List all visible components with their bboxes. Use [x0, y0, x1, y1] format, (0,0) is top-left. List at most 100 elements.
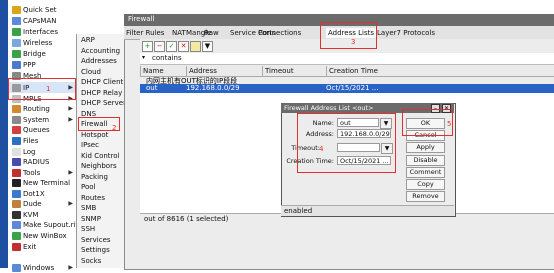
sidebar-item-radius[interactable]: RADIUS [8, 156, 76, 167]
sidebar-item-label: Tools [23, 168, 41, 177]
sidebar-item-new-terminal[interactable]: New Terminal [8, 177, 76, 188]
sidebar-item-ppp[interactable]: PPP [8, 59, 76, 70]
submenu-item-kid-control[interactable]: Kid Control [81, 151, 120, 161]
row-name: out [146, 84, 158, 92]
bridge-icon [12, 49, 21, 58]
add-icon[interactable]: + [142, 41, 153, 52]
comment-icon[interactable] [190, 41, 201, 52]
annotation-box-4 [297, 113, 396, 173]
sidebar-item-label: CAPsMAN [23, 16, 57, 25]
tab-filter-rules[interactable]: Filter Rules [126, 28, 164, 38]
filter-row: ▾ contains [140, 53, 554, 65]
quick-set-icon [12, 5, 21, 14]
submenu-item-ipsec[interactable]: IPsec [81, 140, 99, 150]
remove-icon[interactable]: − [154, 41, 165, 52]
table-row[interactable]: out 192.168.0.0/29 Oct/15/2021 ... [140, 84, 554, 93]
col-address[interactable]: Address [186, 66, 263, 76]
exit-icon [12, 242, 21, 251]
comment-button[interactable]: Comment [406, 167, 445, 178]
tab-nat[interactable]: NAT [172, 28, 186, 38]
dot1x-icon [12, 189, 21, 198]
submenu-item-ssh[interactable]: SSH [81, 224, 95, 234]
sidebar-item-label: Log [23, 147, 36, 156]
sidebar-item-new-winbox[interactable]: New WinBox [8, 230, 76, 241]
annotation-label-3: 3 [351, 38, 356, 46]
item-count: out of 8616 (1 selected) [144, 215, 229, 223]
sidebar-item-capsman[interactable]: CAPsMAN [8, 15, 76, 26]
tab-layer7-protocols[interactable]: Layer7 Protocols [377, 28, 435, 38]
capsman-icon [12, 16, 21, 25]
log-icon [12, 147, 21, 156]
sidebar-item-label: Wireless [23, 38, 53, 47]
new-winbox-icon [12, 231, 21, 240]
submenu-item-hotspot[interactable]: Hotspot [81, 130, 108, 140]
sidebar-item-interfaces[interactable]: Interfaces [8, 26, 76, 37]
sidebar-item-label: Exit [23, 242, 37, 251]
submenu-item-smb[interactable]: SMB [81, 203, 96, 213]
submenu-item-cloud[interactable]: Cloud [81, 67, 101, 77]
sidebar-item-wireless[interactable]: Wireless [8, 37, 76, 48]
col-name[interactable]: Name [140, 66, 187, 76]
submenu-item-settings[interactable]: Settings [81, 245, 110, 255]
sidebar-item-queues[interactable]: Queues [8, 124, 76, 135]
sidebar-item-label: Interfaces [23, 27, 58, 36]
col-creation-time[interactable]: Creation Time [326, 66, 429, 76]
submenu-item-routes[interactable]: Routes [81, 193, 105, 203]
sidebar-item-label: System [23, 115, 50, 124]
submenu-item-socks[interactable]: Socks [81, 256, 101, 266]
sidebar-item-exit[interactable]: Exit [8, 241, 76, 252]
sidebar-item-label: Files [23, 136, 39, 145]
chevron-right-icon: ▶ [68, 169, 73, 176]
queues-icon [12, 125, 21, 134]
submenu-item-packing[interactable]: Packing [81, 172, 108, 182]
filter-icon[interactable]: ▼ [202, 41, 213, 52]
submenu-item-snmp[interactable]: SNMP [81, 214, 101, 224]
dialog-status: enabled [284, 207, 313, 215]
dude-icon [12, 199, 21, 208]
submenu-item-addresses[interactable]: Addresses [81, 56, 117, 66]
filter-dropdown-icon[interactable]: ▾ [142, 54, 145, 61]
copy-button[interactable]: Copy [406, 179, 445, 190]
disable-icon[interactable]: ✕ [178, 41, 189, 52]
tab-connections[interactable]: Connections [258, 28, 301, 38]
dialog-status-bar: enabled [281, 205, 454, 216]
kvm-icon [12, 210, 21, 219]
sidebar-item-bridge[interactable]: Bridge [8, 48, 76, 59]
sidebar-item-dude[interactable]: Dude ▶ [8, 198, 76, 209]
submenu-item-dhcp-client[interactable]: DHCP Client [81, 77, 123, 87]
col-timeout[interactable]: Timeout [262, 66, 327, 76]
sidebar-item-label: New Terminal [23, 178, 71, 187]
routing-icon [12, 104, 21, 113]
annotation-label-5: 5 [447, 120, 452, 128]
filter-operator[interactable]: contains [152, 54, 182, 62]
sidebar-item-quick-set[interactable]: Quick Set [8, 4, 76, 15]
enable-icon[interactable]: ✓ [166, 41, 177, 52]
submenu-item-neighbors[interactable]: Neighbors [81, 161, 117, 171]
row-creation-time: Oct/15/2021 ... [326, 84, 379, 92]
table-row-comment[interactable]: 内网主机有OUT标识的IP段段 [140, 76, 554, 85]
annotation-box-1 [8, 78, 76, 100]
annotation-box-3 [320, 22, 377, 49]
sidebar-item-label: New WinBox [23, 231, 67, 240]
files-icon [12, 136, 21, 145]
disable-button[interactable]: Disable [406, 155, 445, 166]
remove-button[interactable]: Remove [406, 191, 445, 202]
sidebar-item-label: Make Supout.rif [23, 220, 78, 229]
apply-button[interactable]: Apply [406, 142, 445, 153]
annotation-label-1: 1 [46, 85, 51, 93]
submenu-item-services[interactable]: Services [81, 235, 111, 245]
submenu-item-accounting[interactable]: Accounting [81, 46, 120, 56]
sidebar-item-make-supout-rif[interactable]: Make Supout.rif [8, 219, 78, 230]
tools-icon [12, 168, 21, 177]
sidebar-item-routing[interactable]: Routing ▶ [8, 103, 76, 114]
system-icon [12, 115, 21, 124]
sidebar-item-label: Routing [23, 104, 50, 113]
submenu-item-arp[interactable]: ARP [81, 35, 95, 45]
submenu-item-pool[interactable]: Pool [81, 182, 95, 192]
tab-raw[interactable]: Raw [204, 28, 219, 38]
submenu-item-dhcp-relay[interactable]: DHCP Relay [81, 88, 122, 98]
sidebar-item-files[interactable]: Files [8, 135, 76, 146]
sidebar-item-label: KVM [23, 210, 39, 219]
submenu-item-dhcp-server[interactable]: DHCP Server [81, 98, 126, 108]
ppp-icon [12, 60, 21, 69]
